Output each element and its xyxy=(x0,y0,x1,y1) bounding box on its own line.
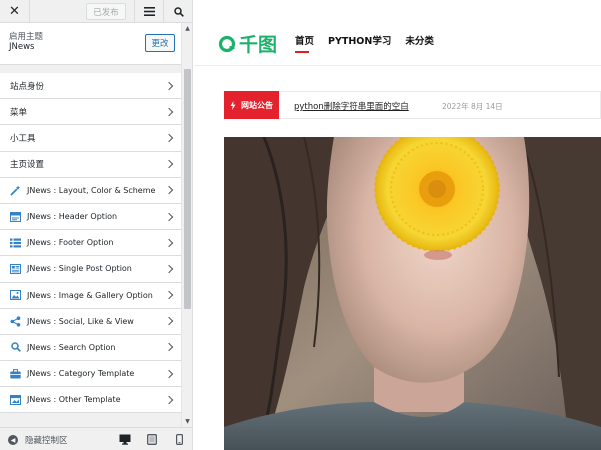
notice-date: 2022年 8月 14日 xyxy=(442,102,503,111)
nav-item-uncategorized[interactable]: 未分类 xyxy=(405,33,434,47)
magic-wand-icon xyxy=(10,185,21,196)
panel-item-label: 主页设置 xyxy=(10,160,45,171)
hide-controls-label: 隐藏控制区 xyxy=(25,436,68,446)
panel-item-label: JNews : Other Template xyxy=(27,395,121,405)
scrollbar-thumb[interactable] xyxy=(184,69,191,309)
tablet-preview-button[interactable] xyxy=(145,433,159,446)
chevron-right-icon xyxy=(164,264,174,274)
hide-controls-button[interactable]: ◀ 隐藏控制区 xyxy=(8,434,68,446)
panel-item-footer-option[interactable]: JNews : Footer Option xyxy=(0,230,181,257)
chevron-right-icon xyxy=(164,107,174,117)
panel-item-label: JNews : Search Option xyxy=(27,342,116,352)
panel-list: 站点身份 菜单 小工具 主页设置 JNews : Layout, Color &… xyxy=(0,73,181,414)
chevron-right-icon xyxy=(164,81,174,90)
panel-item-single-post-option[interactable]: JNews : Single Post Option xyxy=(0,256,181,283)
search-icon xyxy=(173,6,184,17)
desktop-icon xyxy=(119,434,131,445)
header-icon xyxy=(10,211,21,222)
chevron-right-icon xyxy=(164,343,174,352)
notice-badge-label: 网站公告 xyxy=(241,100,273,110)
featured-image[interactable] xyxy=(224,137,601,450)
hamburger-icon xyxy=(143,7,155,16)
notice-bar: 网站公告 python删除字符串里面的空白 2022年 8月 14日 xyxy=(224,91,601,119)
active-theme-name: JNews xyxy=(9,42,35,52)
panel-item-label: 菜单 xyxy=(10,107,28,118)
mobile-icon xyxy=(175,434,183,445)
chevron-right-icon xyxy=(164,238,174,247)
panel-item-other-template[interactable]: JNews : Other Template xyxy=(0,387,181,414)
site-nav: 首页 PYTHON学习 未分类 xyxy=(295,33,448,53)
tablet-icon xyxy=(147,434,157,445)
close-icon: ✕ xyxy=(9,4,20,19)
panel-item-layout-color-scheme[interactable]: JNews : Layout, Color & Scheme xyxy=(0,177,181,204)
site-logo[interactable]: 千图 xyxy=(218,30,277,57)
panel-item-category-template[interactable]: JNews : Category Template xyxy=(0,361,181,388)
notice-link[interactable]: python删除字符串里面的空白 xyxy=(294,100,409,112)
panel-item-homepage-settings[interactable]: 主页设置 xyxy=(0,151,181,178)
chevron-right-icon xyxy=(164,212,174,221)
site-logo-text: 千图 xyxy=(239,34,278,56)
desktop-preview-button[interactable] xyxy=(118,433,132,446)
panel-item-label: JNews : Image & Gallery Option xyxy=(27,290,153,300)
menu-button[interactable] xyxy=(134,0,163,23)
panel-item-label: JNews : Header Option xyxy=(27,212,118,222)
list-icon xyxy=(10,237,21,248)
panel-item-widgets[interactable]: 小工具 xyxy=(0,125,181,152)
change-theme-button[interactable]: 更改 xyxy=(145,34,175,52)
panel-item-label: JNews : Layout, Color & Scheme xyxy=(27,185,156,195)
mobile-preview-button[interactable] xyxy=(172,433,186,446)
panel-item-menus[interactable]: 菜单 xyxy=(0,99,181,126)
scroll-up-arrow-icon[interactable]: ▲ xyxy=(182,25,192,32)
active-theme-panel: 启用主题 JNews 更改 xyxy=(0,23,181,65)
chevron-right-icon xyxy=(164,395,174,405)
notice-badge: 网站公告 xyxy=(224,91,279,119)
panel-item-site-identity[interactable]: 站点身份 xyxy=(0,73,181,100)
customizer-sidebar: ✕ 已发布 启用主题 JNews 更改 站点身份 菜单 小工具 主页设置 JNe… xyxy=(0,0,193,450)
image-icon xyxy=(10,290,21,301)
chevron-right-icon xyxy=(164,186,174,195)
close-customizer-button[interactable]: ✕ xyxy=(0,0,30,23)
panel-item-label: JNews : Single Post Option xyxy=(27,264,132,274)
chevron-right-icon xyxy=(164,290,174,300)
panel-item-header-option[interactable]: JNews : Header Option xyxy=(0,203,181,231)
featured-image-artwork xyxy=(224,137,601,450)
panel-item-label: JNews : Social, Like & View xyxy=(27,316,134,326)
panel-item-search-option[interactable]: JNews : Search Option xyxy=(0,334,181,362)
template-icon xyxy=(10,394,21,405)
scroll-down-arrow-icon[interactable]: ▼ xyxy=(182,418,192,425)
customizer-topbar: ✕ 已发布 xyxy=(0,0,192,23)
logo-mark-icon xyxy=(218,35,236,52)
chevron-right-icon xyxy=(164,133,174,143)
published-button[interactable]: 已发布 xyxy=(86,3,126,20)
panel-item-label: 小工具 xyxy=(10,133,36,144)
customizer-footer: ◀ 隐藏控制区 xyxy=(0,427,192,450)
nav-item-home[interactable]: 首页 xyxy=(295,33,314,53)
panel-item-label: JNews : Category Template xyxy=(27,369,135,379)
panel-item-label: 站点身份 xyxy=(10,81,45,92)
post-icon xyxy=(10,263,21,274)
nav-item-python[interactable]: PYTHON学习 xyxy=(328,33,391,47)
chevron-right-icon xyxy=(164,317,174,326)
briefcase-icon xyxy=(10,368,21,379)
panel-item-social-like-view[interactable]: JNews : Social, Like & View xyxy=(0,308,181,335)
chevron-right-icon xyxy=(164,159,174,169)
chevron-right-icon xyxy=(164,369,174,378)
share-icon xyxy=(10,316,21,327)
site-preview: 千图 首页 PYTHON学习 未分类 网站公告 python删除字符串里面的空白… xyxy=(194,0,601,450)
header-divider xyxy=(194,65,601,66)
panel-item-image-gallery-option[interactable]: JNews : Image & Gallery Option xyxy=(0,282,181,309)
active-theme-label: 启用主题 xyxy=(9,32,44,42)
collapse-arrow-icon: ◀ xyxy=(8,435,18,445)
bolt-icon xyxy=(230,100,236,110)
search-icon xyxy=(10,342,21,353)
sidebar-scrollbar[interactable]: ▲ ▼ xyxy=(181,23,192,427)
search-button[interactable] xyxy=(163,0,192,23)
panel-item-label: JNews : Footer Option xyxy=(27,238,114,248)
